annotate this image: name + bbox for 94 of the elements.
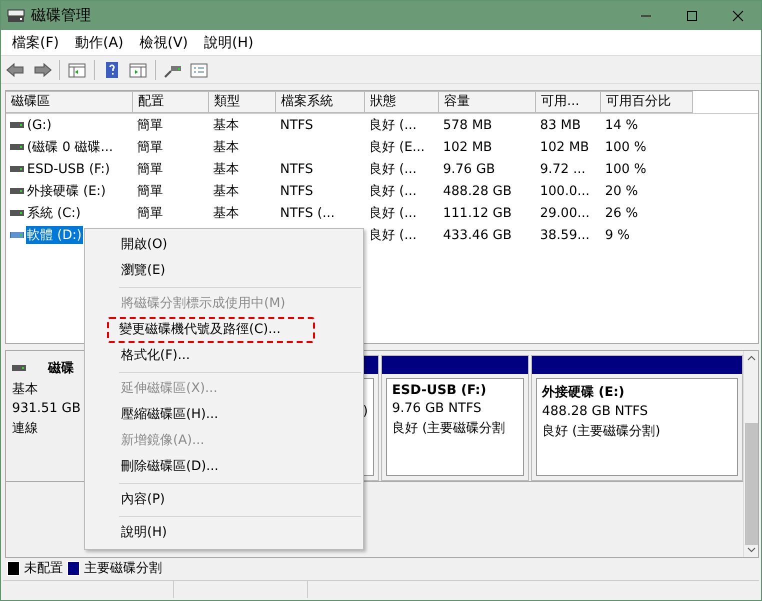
- partition-info: 9.76 GB NTFS: [392, 401, 482, 416]
- drive-icon: [12, 365, 26, 371]
- table-cell-text: 基本: [213, 161, 239, 178]
- drive-icon: [10, 187, 24, 195]
- table-cell-text: 簡單: [137, 183, 163, 200]
- volume-name[interactable]: (G:): [26, 118, 53, 132]
- disk-info: 連線: [12, 420, 39, 437]
- volume-name[interactable]: 軟體 (D:): [26, 226, 83, 244]
- context-menu-item[interactable]: 刪除磁碟區(D)...: [89, 454, 359, 480]
- table-cell: 38.59...: [540, 228, 590, 242]
- menu-item[interactable]: 檢視(V): [132, 34, 196, 52]
- volume-name[interactable]: ESD-USB (F:): [26, 162, 111, 176]
- table-cell: 14 %: [605, 118, 638, 132]
- disk-name: 磁碟: [48, 360, 74, 377]
- menu-item[interactable]: 檔案(F): [5, 34, 66, 52]
- table-cell-text: 簡單: [137, 205, 163, 222]
- table-cell-text: 良好 (E...: [369, 139, 425, 156]
- scrollbar[interactable]: [743, 351, 758, 557]
- table-cell: 102 MB: [540, 140, 590, 154]
- menu-item[interactable]: 說明(H): [197, 34, 260, 52]
- table-cell-text: 基本: [213, 205, 239, 222]
- table-cell-text: 簡單: [137, 117, 163, 134]
- context-menu-item[interactable]: 壓縮磁碟區(H)...: [89, 402, 359, 428]
- column-header[interactable]: 可用...: [536, 91, 601, 113]
- partition-name: 外接硬碟 (E:): [542, 384, 624, 401]
- partition-info: 良好 (主要磁碟分割): [542, 423, 660, 440]
- column-header[interactable]: 狀態: [365, 91, 439, 113]
- table-cell-text: 良好 (...: [369, 205, 417, 222]
- close-icon[interactable]: [732, 10, 744, 22]
- table-cell: 488.28 GB: [443, 184, 512, 198]
- volume-name[interactable]: (磁碟 0 磁碟...: [26, 138, 114, 156]
- column-header[interactable]: 可用百分比: [601, 91, 693, 113]
- scroll-up-icon[interactable]: [746, 355, 756, 361]
- context-menu-item[interactable]: 瀏覽(E): [89, 258, 359, 284]
- table-cell: 9.72 ...: [540, 162, 586, 176]
- table-cell: 578 MB: [443, 118, 492, 132]
- drive-icon: [10, 143, 24, 151]
- table-cell: 100.0...: [540, 184, 590, 198]
- context-menu-item[interactable]: 說明(H): [89, 520, 359, 546]
- partition-block[interactable]: 外接硬碟 (E:) 488.28 GB NTFS 良好 (主要磁碟分割): [531, 355, 743, 481]
- table-cell: 9 %: [605, 228, 630, 242]
- table-cell-text: 基本: [213, 139, 239, 156]
- disk-info: 931.51 GB: [12, 401, 82, 416]
- table-cell: 100 %: [605, 162, 646, 176]
- volume-name[interactable]: 外接硬碟 (E:): [26, 182, 107, 200]
- drive-icon: [10, 121, 24, 129]
- table-cell-text: 簡單: [137, 161, 163, 178]
- table-cell: 20 %: [605, 184, 638, 198]
- table-cell: NTFS (...: [280, 206, 335, 220]
- menu-item[interactable]: 動作(A): [68, 34, 130, 52]
- context-menu-item[interactable]: 變更磁碟機代號及路徑(C)...: [107, 317, 315, 343]
- table-cell: NTFS: [280, 118, 314, 132]
- table-cell: 100 %: [605, 140, 646, 154]
- legend-label: 未配置: [24, 560, 63, 577]
- column-header[interactable]: 磁碟區: [6, 91, 133, 113]
- context-menu-item[interactable]: 格式化(F)...: [89, 343, 359, 369]
- table-cell: NTFS: [280, 162, 314, 176]
- disk-info: 基本: [12, 381, 39, 398]
- maximize-icon[interactable]: [686, 10, 698, 22]
- drive-icon: [10, 209, 24, 217]
- table-cell: NTFS: [280, 184, 314, 198]
- table-cell-text: 基本: [213, 183, 239, 200]
- table-cell: 26 %: [605, 206, 638, 220]
- partition-info: ): [362, 404, 368, 419]
- table-cell-text: 良好 (...: [369, 117, 417, 134]
- context-menu-item[interactable]: 內容(P): [89, 487, 359, 513]
- table-cell: 9.76 GB: [443, 162, 496, 176]
- table-cell: 111.12 GB: [443, 206, 512, 220]
- disk-icon: [7, 8, 25, 22]
- partition-info: 良好 (主要磁碟分割: [392, 420, 506, 437]
- legend-label: 主要磁碟分割: [84, 560, 162, 577]
- table-cell-text: 簡單: [137, 139, 163, 156]
- column-header[interactable]: 配置: [133, 91, 209, 113]
- partition-info: 488.28 GB NTFS: [542, 404, 648, 419]
- table-cell-text: 良好 (...: [369, 161, 417, 178]
- table-cell: 102 MB: [443, 140, 492, 154]
- partition-block[interactable]: ESD-USB (F:) 9.76 GB NTFS 良好 (主要磁碟分割: [381, 355, 529, 481]
- window-title: 磁碟管理: [31, 6, 92, 25]
- table-cell-text: 良好 (...: [369, 227, 417, 244]
- column-header[interactable]: 類型: [209, 91, 276, 113]
- table-cell-text: 良好 (...: [369, 183, 417, 200]
- table-cell-text: 基本: [213, 117, 239, 134]
- volume-name[interactable]: 系統 (C:): [26, 204, 82, 222]
- table-cell: 433.46 GB: [443, 228, 512, 242]
- drive-icon: [10, 165, 24, 173]
- drive-icon: [10, 231, 24, 239]
- scroll-down-icon[interactable]: [746, 547, 756, 553]
- scrollbar-thumb[interactable]: [744, 423, 758, 545]
- table-cell: 29.00...: [540, 206, 590, 220]
- partition-name: ESD-USB (F:): [392, 383, 486, 398]
- context-menu-item[interactable]: 開啟(O): [89, 232, 359, 258]
- column-header[interactable]: 容量: [439, 91, 536, 113]
- column-header[interactable]: 檔案系統: [276, 91, 365, 113]
- table-cell: 83 MB: [540, 118, 581, 132]
